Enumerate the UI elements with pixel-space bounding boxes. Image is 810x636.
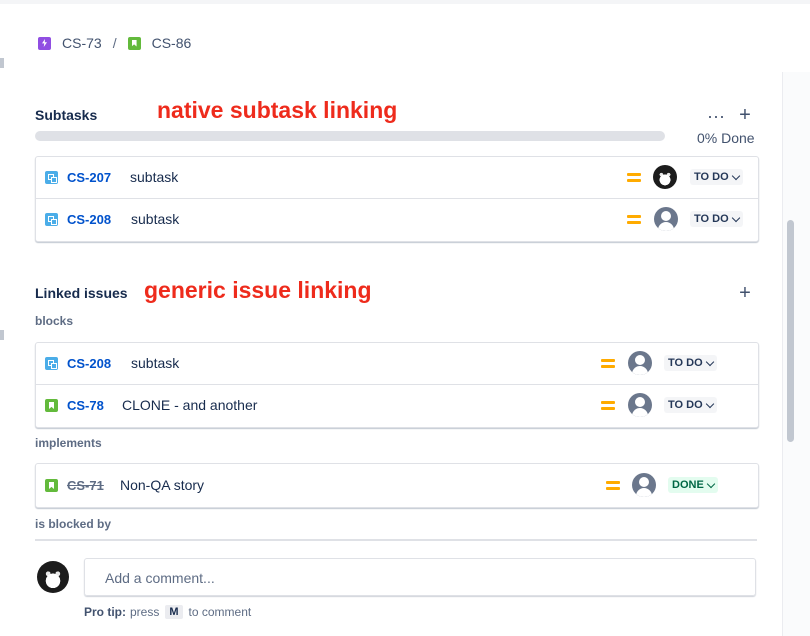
scrollbar-thumb[interactable] [787,220,794,442]
story-icon [45,479,58,492]
priority-medium-icon [601,400,615,410]
priority-medium-icon [606,480,620,490]
issue-summary[interactable]: Non-QA story [120,477,204,493]
left-edge-mark [0,58,4,68]
issue-summary[interactable]: subtask [131,355,179,371]
chevron-down-icon [705,357,714,366]
linked-issues-list: CS-71 Non-QA story DONE [35,463,759,508]
pro-tip-post: to comment [188,605,252,619]
subtasks-list: CS-207 subtask TO DO CS-208 subtask TO D… [35,156,759,242]
breadcrumb-current[interactable]: CS-86 [127,35,192,51]
status-label: TO DO [694,171,729,183]
link-type-label: blocks [35,314,74,328]
chevron-down-icon [731,213,740,222]
breadcrumb-parent[interactable]: CS-73 [38,35,102,51]
assignee-avatar[interactable] [654,207,678,231]
assignee-avatar[interactable] [628,393,652,417]
breadcrumb-current-key[interactable]: CS-86 [152,35,192,51]
assignee-avatar[interactable] [632,473,656,497]
issue-summary[interactable]: subtask [130,169,178,185]
status-label: TO DO [694,213,729,225]
status-label: DONE [672,479,704,491]
chevron-down-icon [706,479,716,488]
status-label: TO DO [668,357,703,369]
link-type-label: is blocked by [35,517,112,531]
linked-issues-title: Linked issues [35,285,128,301]
subtask-icon [45,357,58,370]
priority-medium-icon [601,358,615,368]
add-subtask-plus-icon[interactable]: + [734,104,756,126]
list-item[interactable]: CS-208 subtask TO DO [36,199,758,240]
current-user-avatar [37,561,69,593]
breadcrumb-separator: / [112,35,117,51]
status-dropdown[interactable]: TO DO [664,397,717,413]
link-type-label: implements [35,436,102,450]
assignee-avatar[interactable] [628,351,652,375]
story-icon [45,399,58,412]
issue-key-link[interactable]: CS-208 [67,212,111,227]
status-dropdown[interactable]: TO DO [690,211,743,227]
subtask-icon [45,171,58,184]
issue-summary[interactable]: CLONE - and another [122,397,257,413]
epic-icon [38,36,51,50]
status-dropdown[interactable]: TO DO [690,169,743,185]
issue-key-link[interactable]: CS-71 [67,478,104,493]
chevron-down-icon [731,171,740,180]
list-item[interactable]: CS-78 CLONE - and another TO DO [36,385,758,426]
subtasks-title: Subtasks [35,107,98,123]
status-label: TO DO [668,399,703,411]
pro-tip-pre: press [130,605,160,619]
subtasks-progress-text: 0% Done [697,130,755,146]
linked-issues-annotation: generic issue linking [144,277,372,303]
comment-input[interactable]: Add a comment... [84,558,756,596]
pro-tip: Pro tip: press M to comment [84,605,251,619]
issue-key-link[interactable]: CS-78 [67,398,104,413]
list-item[interactable]: CS-207 subtask TO DO [36,157,758,198]
assignee-avatar[interactable] [653,165,677,189]
story-icon [127,36,141,50]
priority-medium-icon [627,172,641,182]
subtasks-annotation: native subtask linking [157,97,398,123]
list-item[interactable]: CS-71 Non-QA story DONE [36,465,758,506]
left-edge-mark [0,330,4,340]
comment-divider [35,539,757,541]
issue-key-link[interactable]: CS-208 [67,356,111,371]
status-dropdown[interactable]: DONE [668,477,718,493]
issue-key-link[interactable]: CS-207 [67,170,111,185]
status-dropdown[interactable]: TO DO [664,355,717,371]
subtasks-progress-bar [35,131,665,141]
linked-issues-list: CS-208 subtask TO DO CS-78 CLONE - and a… [35,342,759,428]
window-top-strip [0,0,810,4]
add-link-plus-icon[interactable]: + [734,282,756,304]
chevron-down-icon [705,399,714,408]
issue-summary[interactable]: subtask [131,211,179,227]
pro-tip-label: Pro tip: [84,605,126,619]
keyboard-shortcut-m: M [165,605,183,619]
breadcrumb-parent-key[interactable]: CS-73 [62,35,102,51]
priority-medium-icon [627,214,641,224]
subtask-icon [45,213,58,226]
breadcrumb: CS-73 / CS-86 [38,35,191,51]
more-icon[interactable]: ··· [705,107,727,130]
list-item[interactable]: CS-208 subtask TO DO [36,343,758,384]
